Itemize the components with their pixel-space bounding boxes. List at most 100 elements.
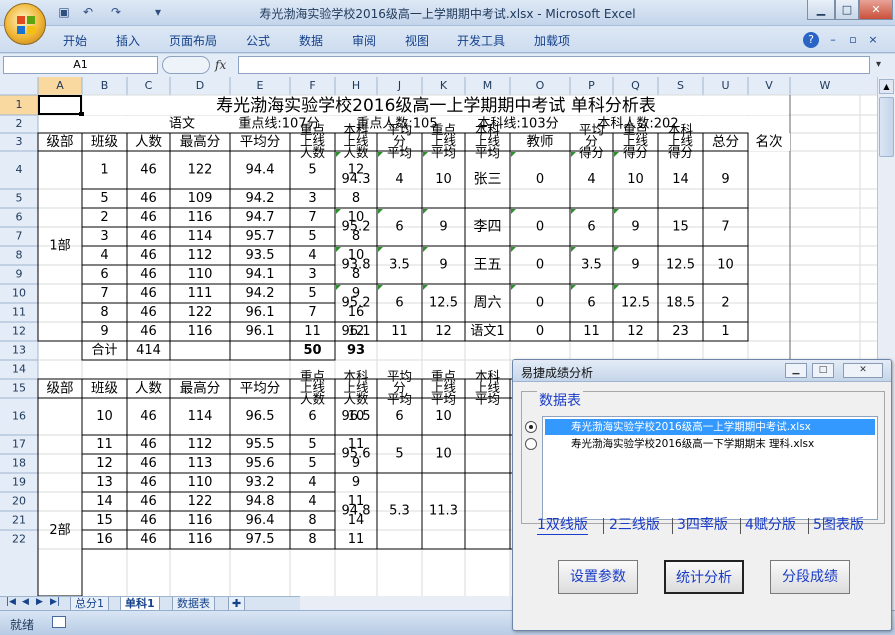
- cell-r10-c4: 111: [188, 286, 213, 301]
- macro-record-icon[interactable]: [52, 616, 66, 628]
- row-header-13: 13: [12, 344, 26, 357]
- row-header-20: 20: [12, 495, 26, 508]
- close-button[interactable]: ✕: [859, 0, 893, 20]
- row12-c9: 12: [435, 324, 452, 339]
- group-total: 14: [672, 172, 689, 187]
- tab-assign-score[interactable]: 4赋分版: [745, 514, 796, 534]
- ribbon-restore-icon[interactable]: ▫: [845, 32, 861, 48]
- group-s1: 0: [536, 296, 544, 311]
- header-1-0: 班级: [91, 381, 118, 397]
- cell-r5-c6: 3: [308, 191, 316, 206]
- row-header-22: 22: [12, 533, 26, 546]
- first-sheet-icon[interactable]: |◀: [6, 597, 16, 607]
- cell-r6-c4: 116: [188, 210, 213, 225]
- error-indicator-icon: [378, 152, 383, 157]
- sheet-tab-data[interactable]: 数据表: [172, 597, 215, 611]
- cell-r12-c5: 96.1: [246, 324, 275, 339]
- ribbon-close-icon[interactable]: ×: [865, 32, 881, 48]
- name-box[interactable]: A1: [3, 56, 158, 74]
- tab-chart[interactable]: 5图表版: [813, 514, 864, 534]
- sheet-tab-bar: |◀ ◀ ▶ ▶| 总分1 单科1 数据表 ✚: [0, 596, 300, 611]
- next-sheet-icon[interactable]: ▶: [36, 597, 43, 607]
- cell-r4-c4: 122: [188, 163, 213, 178]
- cell-r17-c4: 112: [188, 437, 213, 452]
- cell-r4-c6: 5: [308, 163, 316, 178]
- datasheet-group: 数据表 寿光渤海实验学校2016级高一上学期期中考试.xlsx 寿光渤海实验学校…: [521, 390, 885, 524]
- tab-data[interactable]: 数据: [299, 32, 323, 49]
- ribbon-tabs: 开始 插入 页面布局 公式 数据 审阅 视图 开发工具 加载项 ? – ▫ ×: [0, 26, 895, 53]
- tab-home[interactable]: 开始: [63, 32, 87, 49]
- cell-r21-c2: 15: [96, 513, 113, 528]
- maximize-button[interactable]: □: [835, 0, 859, 20]
- cell-r22-c2: 16: [96, 532, 113, 547]
- settings-button[interactable]: 设置参数: [558, 560, 638, 594]
- insert-function-icon[interactable]: fx: [215, 58, 226, 72]
- title-bar: ▣ ↶ ↷ ▾ 寿光渤海实验学校2016级高一上学期期中考试.xlsx - Mi…: [0, 0, 895, 26]
- cell-r16-c4: 114: [188, 409, 213, 424]
- g2-key: 5.3: [389, 504, 410, 519]
- header-7-2: 平均: [387, 392, 412, 407]
- prev-sheet-icon[interactable]: ◀: [22, 597, 29, 607]
- sheet-tab-total1[interactable]: 总分1: [70, 597, 109, 611]
- scroll-thumb[interactable]: [879, 97, 894, 157]
- radio-selected-icon[interactable]: [525, 421, 537, 433]
- error-indicator-icon: [378, 285, 383, 290]
- cell-r20-c3: 46: [140, 494, 157, 509]
- group-key: 6: [395, 296, 403, 311]
- analyze-button[interactable]: 统计分析: [664, 560, 744, 594]
- row-header-2: 2: [16, 117, 23, 130]
- header-5-2: 人数: [300, 392, 326, 407]
- tab-view[interactable]: 视图: [405, 32, 429, 49]
- dialog-close-button[interactable]: ✕: [843, 363, 883, 378]
- tab-page-layout[interactable]: 页面布局: [169, 32, 217, 49]
- group-teacher: 李四: [474, 219, 502, 235]
- cell-r5-c2: 5: [100, 191, 108, 206]
- column-header-K: K: [440, 79, 448, 92]
- file-list[interactable]: 寿光渤海实验学校2016级高一上学期期中考试.xlsx 寿光渤海实验学校2016…: [525, 416, 878, 520]
- formula-divider[interactable]: [162, 56, 210, 74]
- cell-r8-c4: 112: [188, 248, 213, 263]
- tab-formulas[interactable]: 公式: [246, 32, 270, 49]
- group-avg: 94.3: [342, 172, 371, 187]
- cell-r9-c5: 94.1: [246, 267, 275, 282]
- group-ben: 12.5: [429, 296, 458, 311]
- tab-addins[interactable]: 加载项: [534, 32, 570, 49]
- tab-three-line[interactable]: 2三线版: [609, 514, 660, 534]
- tab-developer[interactable]: 开发工具: [457, 32, 505, 49]
- last-sheet-icon[interactable]: ▶|: [50, 597, 60, 607]
- scroll-up-icon[interactable]: ▲: [879, 79, 894, 94]
- cell-border: [229, 340, 291, 361]
- ribbon-minimize-icon[interactable]: –: [825, 32, 841, 48]
- file-name-2: 寿光渤海实验学校2016级高一下学期期末 理科.xlsx: [571, 438, 815, 450]
- minimize-button[interactable]: ▁: [807, 0, 835, 20]
- file-item-1[interactable]: 寿光渤海实验学校2016级高一上学期期中考试.xlsx: [525, 419, 875, 435]
- cell-r9-c4: 110: [188, 267, 213, 282]
- dialog-maximize-button[interactable]: □: [812, 363, 834, 378]
- expand-formula-bar-icon[interactable]: ▾: [876, 59, 881, 70]
- row-header-10: 10: [12, 287, 26, 300]
- group-s1: 0: [536, 258, 544, 273]
- column-header-E: E: [257, 79, 264, 92]
- tab-insert[interactable]: 插入: [116, 32, 140, 49]
- tab-dual-line[interactable]: 1双线版: [537, 514, 588, 535]
- tab-four-rate[interactable]: 3四率版: [677, 514, 728, 534]
- segment-button[interactable]: 分段成绩: [770, 560, 850, 594]
- office-button[interactable]: [4, 3, 46, 45]
- sheet-tab-single1[interactable]: 单科1: [120, 597, 160, 611]
- dialog-minimize-button[interactable]: ▁: [785, 363, 807, 378]
- cell-r5-c7: 8: [352, 191, 360, 206]
- help-icon[interactable]: ?: [803, 32, 819, 48]
- cell-r18-c3: 46: [140, 456, 157, 471]
- error-indicator-icon: [423, 152, 428, 157]
- cell-r11-c4: 122: [188, 305, 213, 320]
- group-teacher: 王五: [474, 257, 502, 273]
- formula-input[interactable]: [238, 56, 870, 74]
- row-header-17: 17: [12, 438, 26, 451]
- radio-unselected-icon[interactable]: [525, 438, 537, 450]
- file-item-2[interactable]: 寿光渤海实验学校2016级高一下学期期末 理科.xlsx: [525, 436, 875, 452]
- column-header-W: W: [820, 79, 831, 92]
- header-14-0: 总分: [712, 134, 739, 150]
- tab-review[interactable]: 审阅: [352, 32, 376, 49]
- insert-sheet-icon[interactable]: ✚: [228, 597, 246, 611]
- error-indicator-icon: [511, 152, 516, 157]
